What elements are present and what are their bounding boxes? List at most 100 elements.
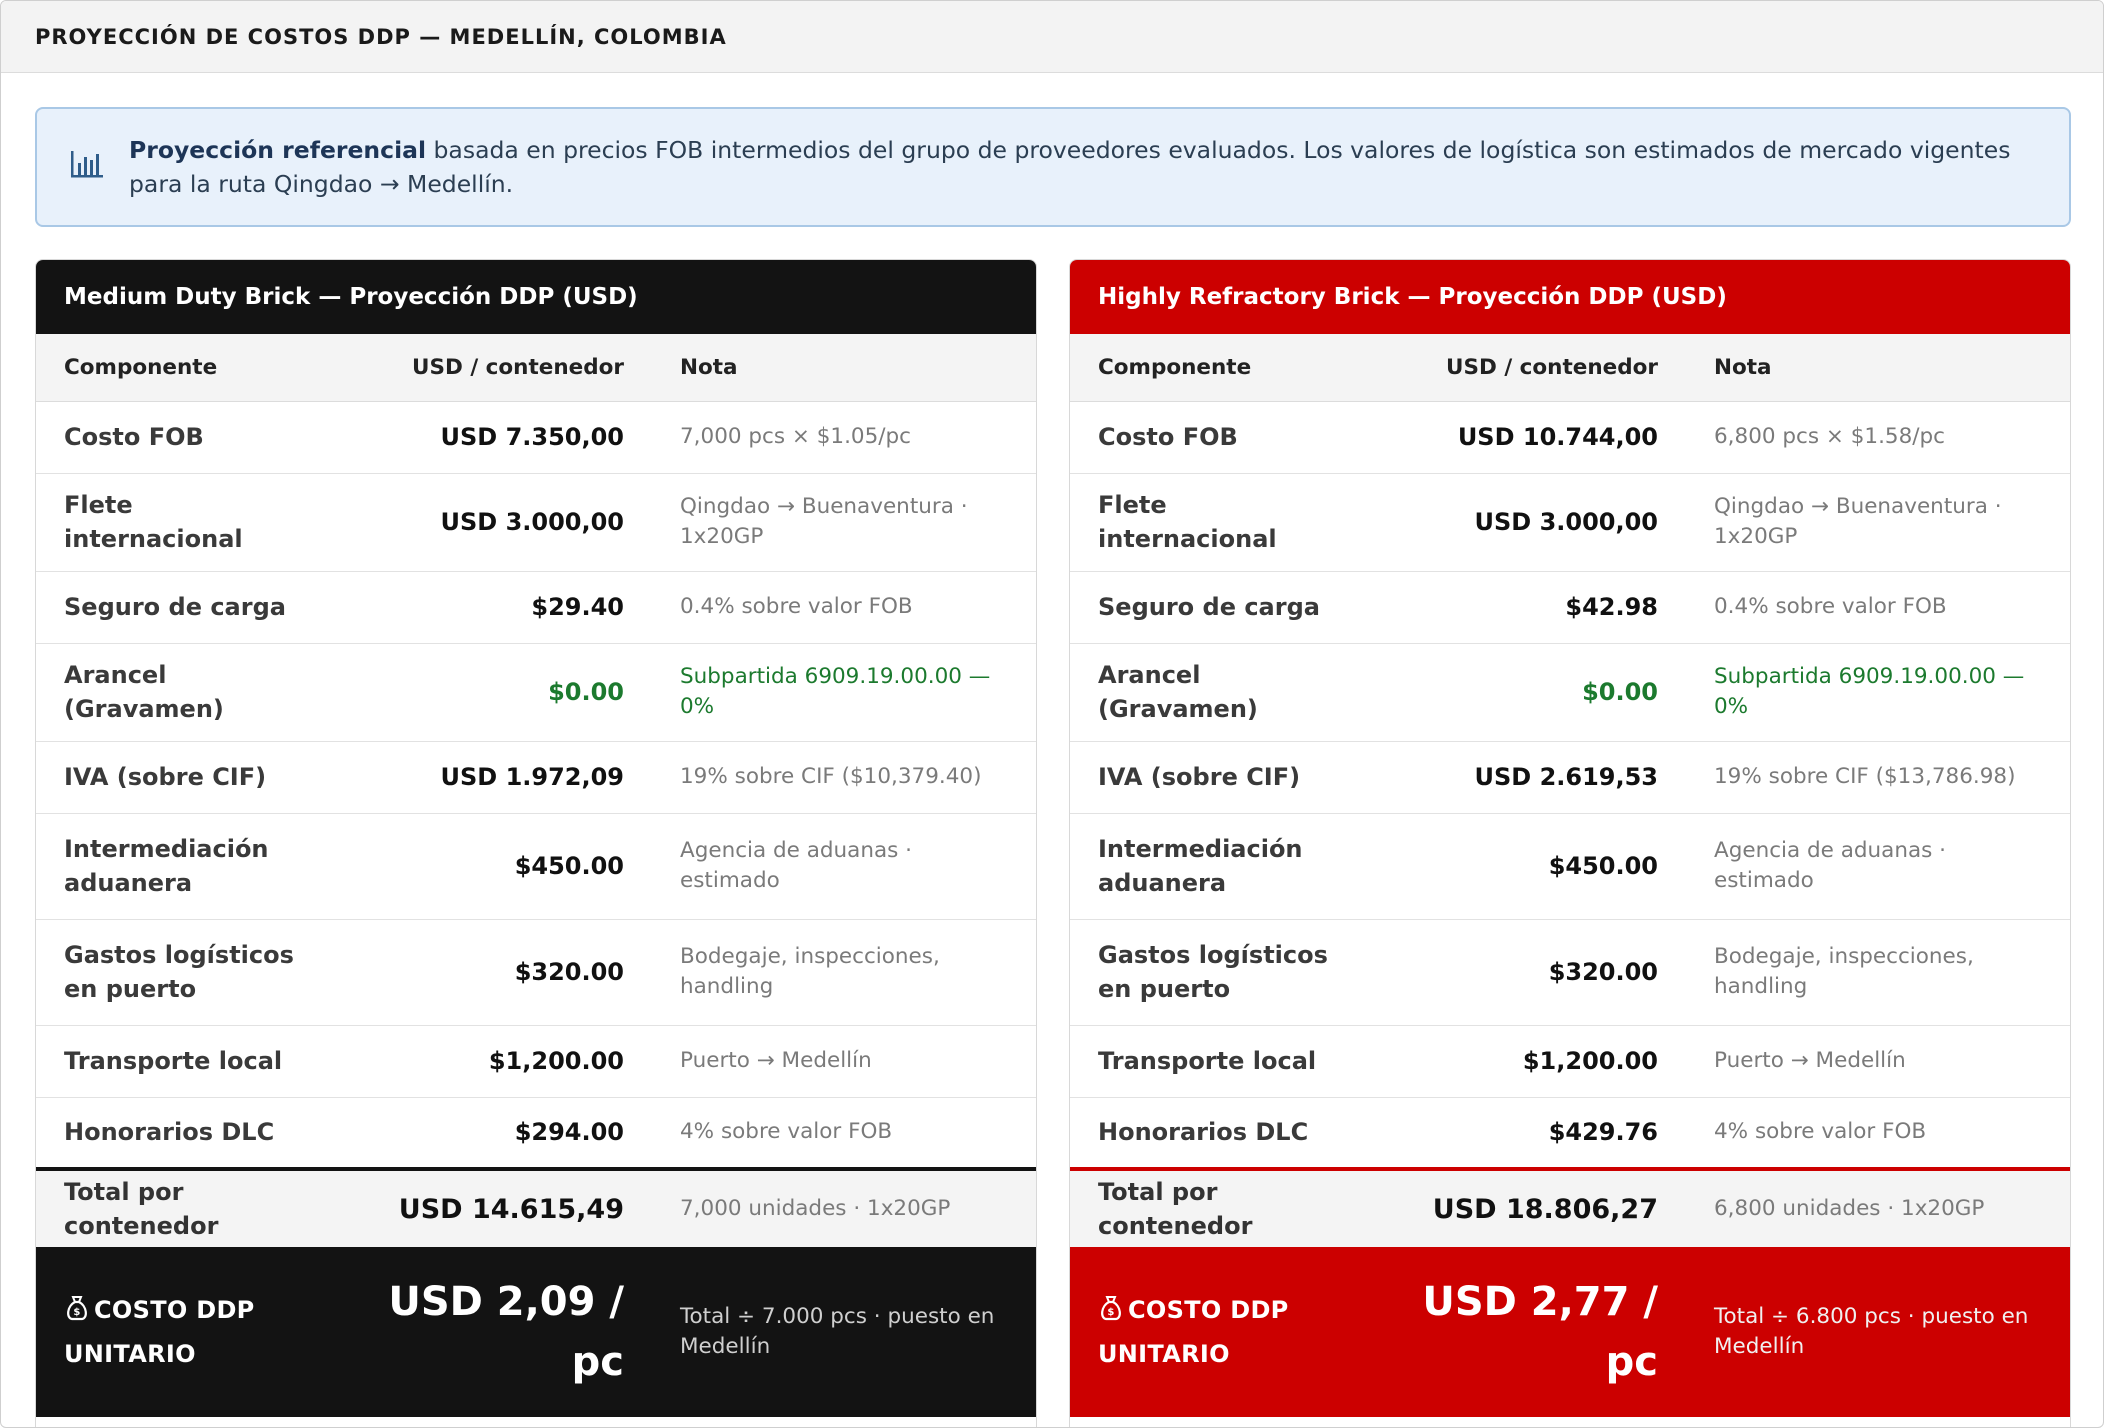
row-label: Arancel (Gravamen) — [36, 643, 346, 742]
table-row: Honorarios DLC $429.76 4% sobre valor FO… — [1070, 1097, 2070, 1170]
row-value: $320.00 — [1380, 919, 1686, 1026]
row-label: Arancel (Gravamen) — [1070, 643, 1380, 742]
row-value: $0.00 — [1380, 643, 1686, 742]
row-label: Transporte local — [1070, 1025, 1380, 1098]
row-value: USD 3.000,00 — [346, 473, 652, 572]
ddp-projection-card: PROYECCIÓN DE COSTOS DDP — MEDELLÍN, COL… — [0, 0, 2104, 1428]
table-row: Gastos logísticos en puerto $320.00 Bode… — [36, 919, 1036, 1026]
row-value: $29.40 — [346, 571, 652, 644]
row-value: $1,200.00 — [346, 1025, 652, 1098]
row-note: 6,800 pcs × $1.58/pc — [1686, 401, 2070, 474]
row-note: Qingdao → Buenaventura · 1x20GP — [1686, 473, 2070, 572]
row-value: $294.00 — [346, 1097, 652, 1170]
cost-table: Componente USD / contenedor Nota Costo F… — [36, 334, 1036, 1417]
row-value: USD 3.000,00 — [1380, 473, 1686, 572]
unit-cost-note: Total ÷ 7.000 pcs · puesto en Medellín — [652, 1247, 1036, 1417]
table-header-row: Componente USD / contenedor Nota — [1070, 334, 2070, 402]
row-label: Intermediación aduanera — [1070, 813, 1380, 920]
table-row: Costo FOB USD 7.350,00 7,000 pcs × $1.05… — [36, 401, 1036, 474]
unit-cost-row: $ COSTO DDP UNITARIO USD 2,77 / pc Total … — [1070, 1247, 2070, 1417]
table-row: Flete internacional USD 3.000,00 Qingdao… — [36, 473, 1036, 572]
unit-cost-label: COSTO DDP UNITARIO — [64, 1296, 255, 1368]
table-row: Transporte local $1,200.00 Puerto → Mede… — [1070, 1025, 2070, 1098]
row-label: Honorarios DLC — [1070, 1097, 1380, 1170]
row-value: $1,200.00 — [1380, 1025, 1686, 1098]
panel-highly-refractory: Highly Refractory Brick — Proyección DDP… — [1069, 259, 2071, 1427]
bar-chart-icon — [71, 151, 103, 178]
table-row: Flete internacional USD 3.000,00 Qingdao… — [1070, 473, 2070, 572]
row-label: Gastos logísticos en puerto — [1070, 919, 1380, 1026]
cost-table: Componente USD / contenedor Nota Costo F… — [1070, 334, 2070, 1417]
table-row: Honorarios DLC $294.00 4% sobre valor FO… — [36, 1097, 1036, 1170]
info-text: Proyección referencial basada en precios… — [129, 133, 2039, 201]
info-callout: Proyección referencial basada en precios… — [35, 107, 2071, 227]
row-note: Agencia de aduanas · estimado — [1686, 813, 2070, 920]
row-note: 4% sobre valor FOB — [1686, 1097, 2070, 1170]
row-note: Subpartida 6909.19.00.00 — 0% — [652, 643, 1036, 742]
money-bag-icon: $ — [1101, 1296, 1121, 1321]
total-note: 7,000 unidades · 1x20GP — [652, 1167, 1036, 1247]
row-label: Seguro de carga — [36, 571, 346, 644]
row-value: USD 2.619,53 — [1380, 741, 1686, 814]
unit-cost-label-cell: $ COSTO DDP UNITARIO — [36, 1247, 346, 1417]
row-label: Transporte local — [36, 1025, 346, 1098]
row-note: Subpartida 6909.19.00.00 — 0% — [1686, 643, 2070, 742]
total-value: USD 18.806,27 — [1380, 1167, 1686, 1247]
total-note: 6,800 unidades · 1x20GP — [1686, 1167, 2070, 1247]
row-value: $42.98 — [1380, 571, 1686, 644]
row-note: Agencia de aduanas · estimado — [652, 813, 1036, 920]
table-row: Seguro de carga $42.98 0.4% sobre valor … — [1070, 571, 2070, 644]
total-row: Total por contenedor USD 18.806,27 6,800… — [1070, 1167, 2070, 1247]
unit-cost-label: COSTO DDP UNITARIO — [1098, 1296, 1289, 1368]
panel-medium-duty: Medium Duty Brick — Proyección DDP (USD)… — [35, 259, 1037, 1427]
table-row: Arancel (Gravamen) $0.00 Subpartida 6909… — [1070, 643, 2070, 742]
money-bag-icon: $ — [67, 1296, 87, 1321]
table-row: Costo FOB USD 10.744,00 6,800 pcs × $1.5… — [1070, 401, 2070, 474]
row-note: 0.4% sobre valor FOB — [1686, 571, 2070, 644]
row-label: IVA (sobre CIF) — [36, 741, 346, 814]
row-value: $0.00 — [346, 643, 652, 742]
column-header-component: Componente — [36, 334, 346, 402]
svg-text:$: $ — [73, 1307, 80, 1318]
row-note: 7,000 pcs × $1.05/pc — [652, 401, 1036, 474]
table-row: Intermediación aduanera $450.00 Agencia … — [1070, 813, 2070, 920]
row-note: Bodegaje, inspecciones, handling — [1686, 919, 2070, 1026]
table-row: Arancel (Gravamen) $0.00 Subpartida 6909… — [36, 643, 1036, 742]
row-note: Bodegaje, inspecciones, handling — [652, 919, 1036, 1026]
total-value: USD 14.615,49 — [346, 1167, 652, 1247]
column-header-usd: USD / contenedor — [1380, 334, 1686, 402]
table-row: IVA (sobre CIF) USD 1.972,09 19% sobre C… — [36, 741, 1036, 814]
row-label: Intermediación aduanera — [36, 813, 346, 920]
row-value: USD 10.744,00 — [1380, 401, 1686, 474]
row-note: Puerto → Medellín — [652, 1025, 1036, 1098]
row-note: 0.4% sobre valor FOB — [652, 571, 1036, 644]
row-value: $450.00 — [346, 813, 652, 920]
row-label: Seguro de carga — [1070, 571, 1380, 644]
total-row: Total por contenedor USD 14.615,49 7,000… — [36, 1167, 1036, 1247]
row-note: Puerto → Medellín — [1686, 1025, 2070, 1098]
row-value: $320.00 — [346, 919, 652, 1026]
unit-cost-row: $ COSTO DDP UNITARIO USD 2,09 / pc Total … — [36, 1247, 1036, 1417]
svg-text:$: $ — [1107, 1307, 1114, 1318]
row-value: $429.76 — [1380, 1097, 1686, 1170]
column-header-note: Nota — [652, 334, 1036, 402]
row-note: Qingdao → Buenaventura · 1x20GP — [652, 473, 1036, 572]
row-note: 19% sobre CIF ($13,786.98) — [1686, 741, 2070, 814]
table-row: IVA (sobre CIF) USD 2.619,53 19% sobre C… — [1070, 741, 2070, 814]
row-value: $450.00 — [1380, 813, 1686, 920]
row-label: Gastos logísticos en puerto — [36, 919, 346, 1026]
card-header: PROYECCIÓN DE COSTOS DDP — MEDELLÍN, COL… — [1, 1, 2103, 73]
column-header-usd: USD / contenedor — [346, 334, 652, 402]
total-label: Total por contenedor — [36, 1167, 346, 1247]
page-title: PROYECCIÓN DE COSTOS DDP — MEDELLÍN, COL… — [35, 24, 727, 49]
table-row: Gastos logísticos en puerto $320.00 Bode… — [1070, 919, 2070, 1026]
row-label: IVA (sobre CIF) — [1070, 741, 1380, 814]
panel-title: Medium Duty Brick — Proyección DDP (USD) — [36, 260, 1036, 334]
panel-title: Highly Refractory Brick — Proyección DDP… — [1070, 260, 2070, 334]
row-label: Costo FOB — [1070, 401, 1380, 474]
unit-cost-label-cell: $ COSTO DDP UNITARIO — [1070, 1247, 1380, 1417]
row-label: Flete internacional — [36, 473, 346, 572]
row-label: Costo FOB — [36, 401, 346, 474]
row-label: Flete internacional — [1070, 473, 1380, 572]
table-row: Seguro de carga $29.40 0.4% sobre valor … — [36, 571, 1036, 644]
